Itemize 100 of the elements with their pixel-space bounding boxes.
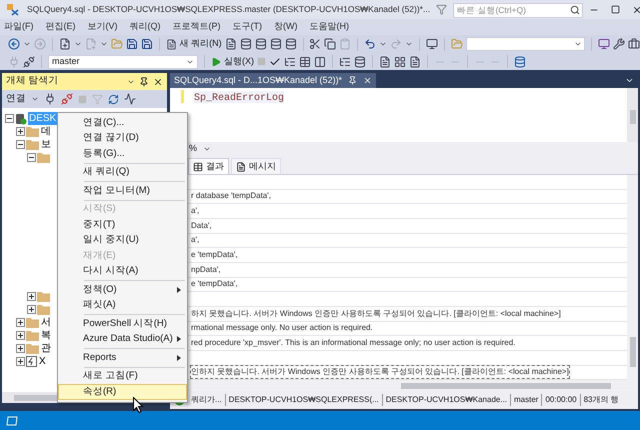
refresh-icon[interactable]: [108, 94, 119, 104]
menu-item[interactable]: 중지(T): [58, 217, 187, 232]
tree-item-label[interactable]: 서: [40, 316, 52, 329]
plan-icon[interactable]: [339, 56, 351, 68]
tree-item-label[interactable]: X: [38, 355, 47, 368]
vertical-scrollbar[interactable]: [627, 88, 638, 142]
database-query-icon[interactable]: [284, 38, 297, 50]
menu-item[interactable]: 정책(O): [58, 282, 187, 298]
back-icon[interactable]: [8, 38, 20, 50]
find-combo-field[interactable]: [466, 37, 586, 51]
caret-icon[interactable]: [23, 40, 31, 48]
zoom-level[interactable]: %: [189, 142, 198, 156]
database-icon[interactable]: [354, 56, 366, 68]
menu-item[interactable]: 다시 시작(A): [58, 264, 187, 279]
results-text-icon[interactable]: [379, 56, 391, 68]
menu-item[interactable]: PowerShell 시작(H): [58, 316, 187, 332]
menu-item[interactable]: 쿼리(Q): [130, 20, 160, 34]
undo-icon[interactable]: [364, 38, 376, 50]
menu-item[interactable]: 일시 중지(U): [58, 232, 187, 248]
close-icon[interactable]: [153, 76, 163, 86]
query-icon[interactable]: [224, 38, 237, 50]
tree-item-label[interactable]: 복: [40, 329, 52, 342]
caret-icon[interactable]: [574, 40, 582, 48]
menu-item[interactable]: 파일(F): [4, 20, 34, 34]
menu-item[interactable]: 보기(V): [88, 20, 118, 34]
plug-icon[interactable]: [44, 93, 56, 105]
result-cell[interactable]: 하지 못했습니다. 서버가 Windows 인증만 사용하도록 구성되어 있습니다. [클라이언트: <local machine>]: [191, 308, 561, 320]
toolbox-icon[interactable]: [628, 38, 640, 50]
menu-item[interactable]: 작업 모니터(M): [58, 183, 187, 198]
expander-icon[interactable]: [16, 331, 25, 340]
cut-icon[interactable]: [309, 38, 322, 50]
result-cell[interactable]: 인하지 못했습니다. 서버가 Windows 인증만 사용하도록 구성되어 있습니다. [클라이언트: <local machine>]: [191, 366, 569, 378]
expander-icon[interactable]: [16, 344, 25, 353]
output-window-icon[interactable]: [6, 416, 18, 426]
caret-icon[interactable]: [100, 40, 108, 48]
tree-item-label[interactable]: 데: [40, 125, 52, 138]
vertical-scrollbar[interactable]: [627, 175, 638, 391]
caret-icon[interactable]: [74, 40, 82, 48]
results-file-icon[interactable]: [409, 56, 421, 68]
result-cell[interactable]: a',: [191, 205, 200, 218]
menu-item[interactable]: Azure Data Studio(A): [58, 332, 187, 347]
save-all-icon[interactable]: [140, 38, 153, 50]
expander-icon[interactable]: [16, 318, 25, 327]
result-cell[interactable]: a',: [191, 234, 200, 246]
results-pane-icon[interactable]: [314, 56, 326, 68]
connect-button[interactable]: 연결: [6, 92, 26, 106]
menu-item[interactable]: Reports: [58, 350, 187, 366]
menu-item[interactable]: 창(W): [274, 20, 298, 34]
tree-item-label[interactable]: 관: [40, 342, 52, 355]
save-icon[interactable]: [126, 38, 138, 50]
change-connection-icon[interactable]: [23, 56, 35, 68]
result-cell[interactable]: r database 'tempData',: [191, 190, 271, 202]
pin-icon[interactable]: [139, 76, 149, 86]
search-icon[interactable]: [570, 4, 580, 14]
database-query-icon[interactable]: [254, 38, 267, 50]
menu-item[interactable]: 새로 고침(F): [58, 368, 187, 384]
copy-icon[interactable]: [324, 38, 336, 50]
expander-icon[interactable]: [16, 140, 25, 149]
menu-item[interactable]: 도움말(H): [310, 20, 349, 34]
tree-item-label[interactable]: 보: [40, 138, 52, 151]
plan-icon[interactable]: [284, 56, 296, 68]
wrench-icon[interactable]: [613, 38, 626, 50]
result-cell[interactable]: e 'tempData',: [191, 278, 238, 290]
results-tab[interactable]: 결과: [188, 158, 229, 174]
pin-icon[interactable]: [348, 76, 358, 85]
caret-icon[interactable]: [379, 40, 388, 48]
specify-values-icon[interactable]: [514, 56, 526, 68]
close-icon[interactable]: [363, 76, 372, 85]
menu-item[interactable]: 등록(G)...: [58, 146, 187, 162]
solution-explorer-icon[interactable]: [598, 38, 610, 50]
code-editor[interactable]: Sp_ReadErrorLog: [170, 88, 638, 142]
database-query-icon[interactable]: [270, 38, 282, 50]
caret-icon[interactable]: [203, 145, 212, 153]
result-cell[interactable]: rmational message only. No user action is required.: [191, 322, 373, 334]
document-tab[interactable]: SQLQuery4.sql - D...1OS₩Kanadel (52))*: [170, 73, 376, 88]
maximize-icon[interactable]: [611, 5, 620, 14]
new-project-icon[interactable]: [58, 38, 71, 50]
caret-icon[interactable]: [31, 95, 39, 103]
close-icon[interactable]: [632, 4, 640, 14]
check-icon[interactable]: [269, 56, 281, 68]
expander-icon[interactable]: [16, 357, 25, 366]
database-query-icon[interactable]: [240, 38, 252, 50]
new-query-button[interactable]: 새 쿼리(N): [166, 37, 222, 51]
menu-item[interactable]: 새 쿼리(Q): [58, 164, 187, 180]
expander-icon[interactable]: [27, 292, 36, 301]
disconnect-icon[interactable]: [61, 93, 73, 105]
result-cell[interactable]: npData',: [191, 264, 221, 276]
expander-icon[interactable]: [27, 305, 36, 314]
quick-launch-field[interactable]: 빠른 실행(Ctrl+Q): [453, 2, 584, 18]
activity-monitor-icon[interactable]: [124, 93, 136, 105]
caret-icon[interactable]: [405, 40, 414, 48]
menu-item[interactable]: 패싯(A): [58, 298, 187, 313]
database-dropdown[interactable]: master: [48, 54, 198, 68]
menu-item[interactable]: 프로젝트(P): [172, 20, 220, 34]
result-cell[interactable]: red procedure 'xp_msver'. This is an informational message only; no user action is required.: [191, 337, 516, 350]
grid-icon[interactable]: [299, 56, 311, 68]
execute-button[interactable]: 실행(X): [211, 54, 254, 68]
result-cell[interactable]: e 'tempData',: [191, 249, 238, 262]
results-grid-icon[interactable]: [394, 56, 406, 68]
result-cell[interactable]: Data',: [191, 220, 212, 232]
